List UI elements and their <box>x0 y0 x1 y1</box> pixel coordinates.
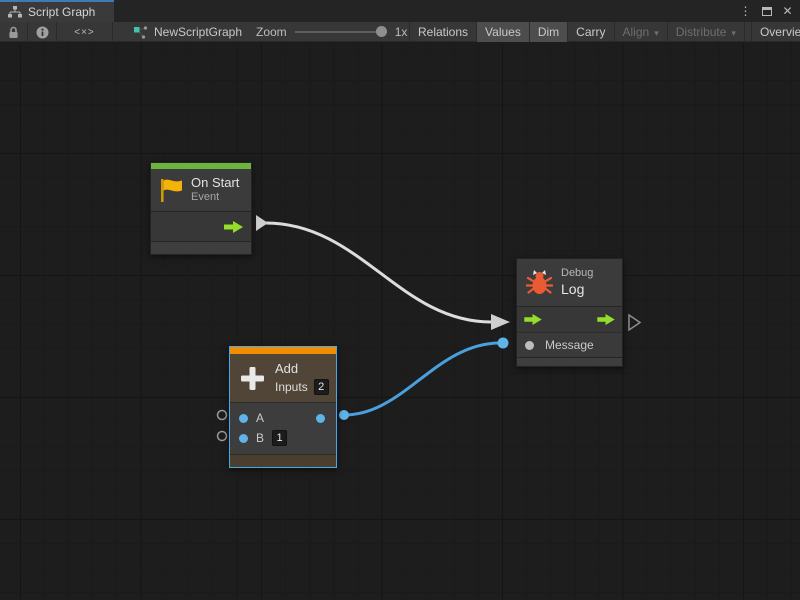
plus-icon <box>239 365 266 392</box>
message-value-port[interactable] <box>525 341 534 350</box>
node-category: Debug <box>561 267 593 281</box>
on-start-flow-row <box>151 211 251 241</box>
info-button[interactable] <box>28 22 57 42</box>
port-a-input[interactable] <box>239 414 248 423</box>
flow-wire-start-arrow <box>256 215 268 231</box>
carry-button[interactable]: Carry <box>567 22 613 42</box>
zoom-slider-track <box>295 31 387 33</box>
distribute-dropdown[interactable]: Distribute ▾ <box>667 22 744 42</box>
chevron-down-icon: ▾ <box>731 28 736 39</box>
carry-label: Carry <box>576 25 605 39</box>
chevron-down-icon: ▾ <box>654 28 659 39</box>
log-flow-row <box>517 306 622 332</box>
log-message-row: Message <box>517 332 622 357</box>
on-start-header: On Start Event <box>151 169 251 211</box>
add-port-b-outer-ring[interactable] <box>218 432 227 441</box>
graph-name: NewScriptGraph <box>154 25 242 39</box>
port-b-value-field[interactable]: 1 <box>272 430 287 446</box>
value-wire-add-to-message[interactable] <box>344 343 500 415</box>
inputs-count-field[interactable]: 2 <box>314 379 329 395</box>
flow-output-arrow-icon[interactable] <box>597 314 615 325</box>
distribute-label: Distribute <box>676 25 727 39</box>
relations-label: Relations <box>418 25 468 39</box>
add-row-b: B 1 <box>230 428 336 448</box>
zoom-value: 1x <box>395 25 408 39</box>
info-icon <box>36 26 49 39</box>
values-label: Values <box>485 25 521 39</box>
flag-icon <box>160 178 183 203</box>
node-title: On Start <box>191 175 239 191</box>
maximize-button[interactable] <box>758 0 775 22</box>
align-label: Align <box>623 25 650 39</box>
toolbar-gap <box>744 22 751 42</box>
tab-title: Script Graph <box>28 5 95 19</box>
close-icon: ✕ <box>782 4 792 18</box>
node-add[interactable]: Add Inputs 2 A B 1 <box>229 346 337 468</box>
values-button[interactable]: Values <box>476 22 529 42</box>
script-graph-asset-icon <box>134 26 148 39</box>
lock-icon <box>8 26 19 39</box>
port-b-input[interactable] <box>239 434 248 443</box>
window-menu-button[interactable]: ⋮ <box>737 0 754 22</box>
node-footer <box>151 241 251 254</box>
add-accent-strip <box>230 347 336 354</box>
script-graph-window: Script Graph ⋮ ✕ <box>0 0 800 600</box>
flow-wire-onstart-to-log[interactable] <box>266 223 491 322</box>
toolbar-toggles: Relations Values Dim Carry Align ▾ Distr… <box>409 22 800 42</box>
zoom-slider[interactable] <box>295 26 387 38</box>
zoom-label: Zoom <box>256 25 287 39</box>
relations-button[interactable]: Relations <box>409 22 476 42</box>
flow-output-arrow-icon[interactable] <box>224 221 243 233</box>
lock-button[interactable] <box>0 22 28 42</box>
node-title: Add <box>275 361 329 377</box>
code-icon: <×> <box>74 27 95 38</box>
node-on-start[interactable]: On Start Event <box>150 162 252 255</box>
add-row-a: A <box>230 408 336 428</box>
add-sum-output-port[interactable] <box>339 410 349 420</box>
log-message-connected-port[interactable] <box>498 338 509 349</box>
sum-output-port[interactable] <box>316 414 325 423</box>
bug-icon <box>526 269 553 296</box>
zoom-control: Zoom 1x <box>256 22 407 42</box>
window-controls: ⋮ ✕ <box>737 0 796 22</box>
port-b-label: B <box>256 431 264 445</box>
titlebar: Script Graph ⋮ ✕ <box>0 0 800 22</box>
dim-button[interactable]: Dim <box>529 22 567 42</box>
node-title: Log <box>561 281 593 299</box>
message-port-label: Message <box>545 338 594 352</box>
add-ports-zone: A B 1 <box>230 402 336 454</box>
log-flow-output-outer-triangle[interactable] <box>629 315 640 330</box>
graph-canvas[interactable]: On Start Event <box>0 43 800 600</box>
maximize-icon <box>762 7 772 16</box>
node-footer <box>230 454 336 467</box>
dim-label: Dim <box>538 25 559 39</box>
toolbar: <×> NewScriptGraph Zoom 1x Relations <box>0 22 800 42</box>
add-port-a-outer-ring[interactable] <box>218 411 227 420</box>
node-footer <box>517 357 622 366</box>
align-dropdown[interactable]: Align ▾ <box>614 22 667 42</box>
node-subtitle: Event <box>191 191 239 205</box>
kebab-menu-icon: ⋮ <box>740 4 752 18</box>
close-button[interactable]: ✕ <box>779 0 796 22</box>
add-header: Add Inputs 2 <box>230 354 336 402</box>
overview-label: Overview <box>760 25 800 39</box>
graph-tree-icon <box>8 6 22 18</box>
tab-script-graph[interactable]: Script Graph <box>0 0 114 22</box>
node-debug-log[interactable]: Debug Log Message <box>516 258 623 367</box>
inputs-label: Inputs <box>275 380 308 395</box>
wires-layer <box>0 43 800 600</box>
graph-asset-button[interactable]: NewScriptGraph <box>126 22 250 42</box>
flow-wire-end-arrow <box>491 314 510 330</box>
debug-log-header: Debug Log <box>517 259 622 306</box>
edit-source-button[interactable]: <×> <box>57 22 113 42</box>
flow-input-arrow-icon[interactable] <box>524 314 542 325</box>
port-a-label: A <box>256 411 264 425</box>
zoom-slider-knob[interactable] <box>376 26 387 37</box>
overview-button[interactable]: Overview <box>751 22 800 42</box>
